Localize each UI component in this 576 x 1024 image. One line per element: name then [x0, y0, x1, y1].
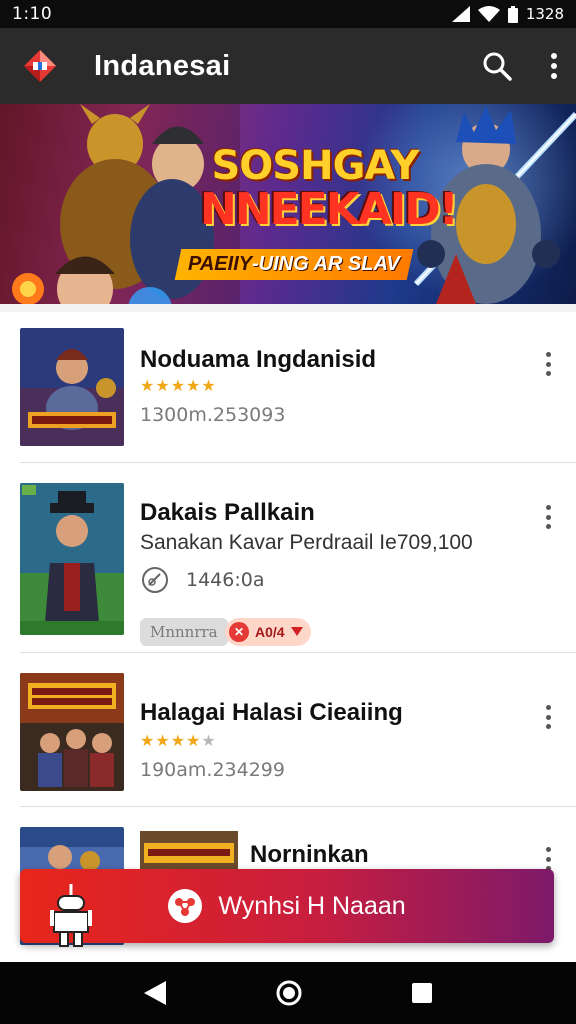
app-description: Sanakan Kavar Perdraail Ie709,100 — [140, 531, 473, 554]
screen: 1:10 1328 Indanesai SOSHGAY NNEEKAID! PA… — [0, 0, 576, 1024]
more-vert-icon[interactable] — [538, 847, 558, 871]
battery-icon — [507, 5, 518, 23]
signal-icon — [451, 6, 470, 22]
banner-tag-lead: PAEIIY — [188, 253, 253, 275]
status-bar: 1:10 1328 — [0, 0, 576, 28]
more-vert-icon[interactable] — [538, 705, 558, 729]
app-name: Dakais Pallkain — [140, 499, 315, 526]
status-icons: 1328 — [451, 5, 564, 23]
cta-badge-icon — [168, 889, 203, 923]
promo-banner[interactable]: SOSHGAY NNEEKAID! PAEIIY-UING AR SLAV — [0, 104, 576, 304]
list-item[interactable]: Noduama Ingdanisid ★★★★★ 1300m.253093 — [0, 312, 576, 462]
list-item[interactable]: Dakais Pallkain Sanakan Kavar Perdraail … — [0, 463, 576, 651]
android-robot-icon — [50, 884, 92, 947]
app-logo-icon[interactable] — [22, 48, 58, 84]
app-name: Noduama Ingdanisid — [140, 346, 377, 373]
app-meta: 1300m.253093 — [140, 404, 286, 426]
app-downloads-value: 1446:0a — [186, 569, 265, 591]
banner-headline-bottom: NNEEKAID! — [200, 184, 459, 235]
more-vert-icon[interactable] — [538, 505, 558, 529]
dropdown-arrow-icon — [290, 627, 303, 636]
banner-tagline: PAEIIY-UING AR SLAV — [174, 249, 414, 280]
status-time: 1:10 — [12, 4, 53, 24]
install-cta-button[interactable]: Wynhsi H Naaan — [20, 869, 554, 943]
wifi-icon — [477, 6, 500, 22]
price-chip[interactable]: ✕ A0/4 — [225, 618, 311, 646]
status-battery-text: 1328 — [525, 5, 564, 23]
back-icon[interactable] — [144, 981, 167, 1005]
banner-headline: SOSHGAY NNEEKAID! — [200, 143, 459, 235]
category-chip[interactable]: Mnnnrra — [140, 618, 228, 646]
app-bar-actions — [482, 51, 558, 81]
app-downloads: 1446:0a — [140, 565, 265, 595]
system-nav-bar — [0, 962, 576, 1024]
overflow-menu-icon[interactable] — [550, 53, 558, 79]
app-meta: 190am.234299 — [140, 759, 285, 781]
app-rating-stars: ★★★★★ — [140, 378, 217, 395]
home-icon[interactable] — [275, 979, 303, 1007]
app-list: Noduama Ingdanisid ★★★★★ 1300m.253093 Da… — [0, 312, 576, 962]
banner-headline-top: SOSHGAY — [211, 143, 419, 189]
list-item[interactable]: Halagai Halasi Cieaiing ★★★★★ 190am.2342… — [0, 653, 576, 805]
download-icon — [142, 567, 168, 593]
cta-label: Wynhsi H Naaan — [218, 891, 406, 920]
app-name: Halagai Halasi Cieaiing — [140, 699, 403, 726]
app-bar: Indanesai — [0, 28, 576, 104]
banner-tag-rest: -UING AR SLAV — [252, 253, 400, 275]
app-rating-stars: ★★★★★ — [140, 733, 217, 750]
app-thumbnail — [20, 328, 124, 446]
close-badge-icon: ✕ — [229, 622, 249, 642]
more-vert-icon[interactable] — [538, 352, 558, 376]
app-title: Indanesai — [94, 49, 231, 82]
recents-icon[interactable] — [411, 983, 432, 1003]
price-chip-label: A0/4 — [255, 624, 285, 640]
app-name: Norninkan — [250, 841, 369, 868]
app-thumbnail — [20, 483, 124, 635]
app-thumbnail — [20, 673, 124, 791]
search-icon[interactable] — [482, 51, 512, 81]
